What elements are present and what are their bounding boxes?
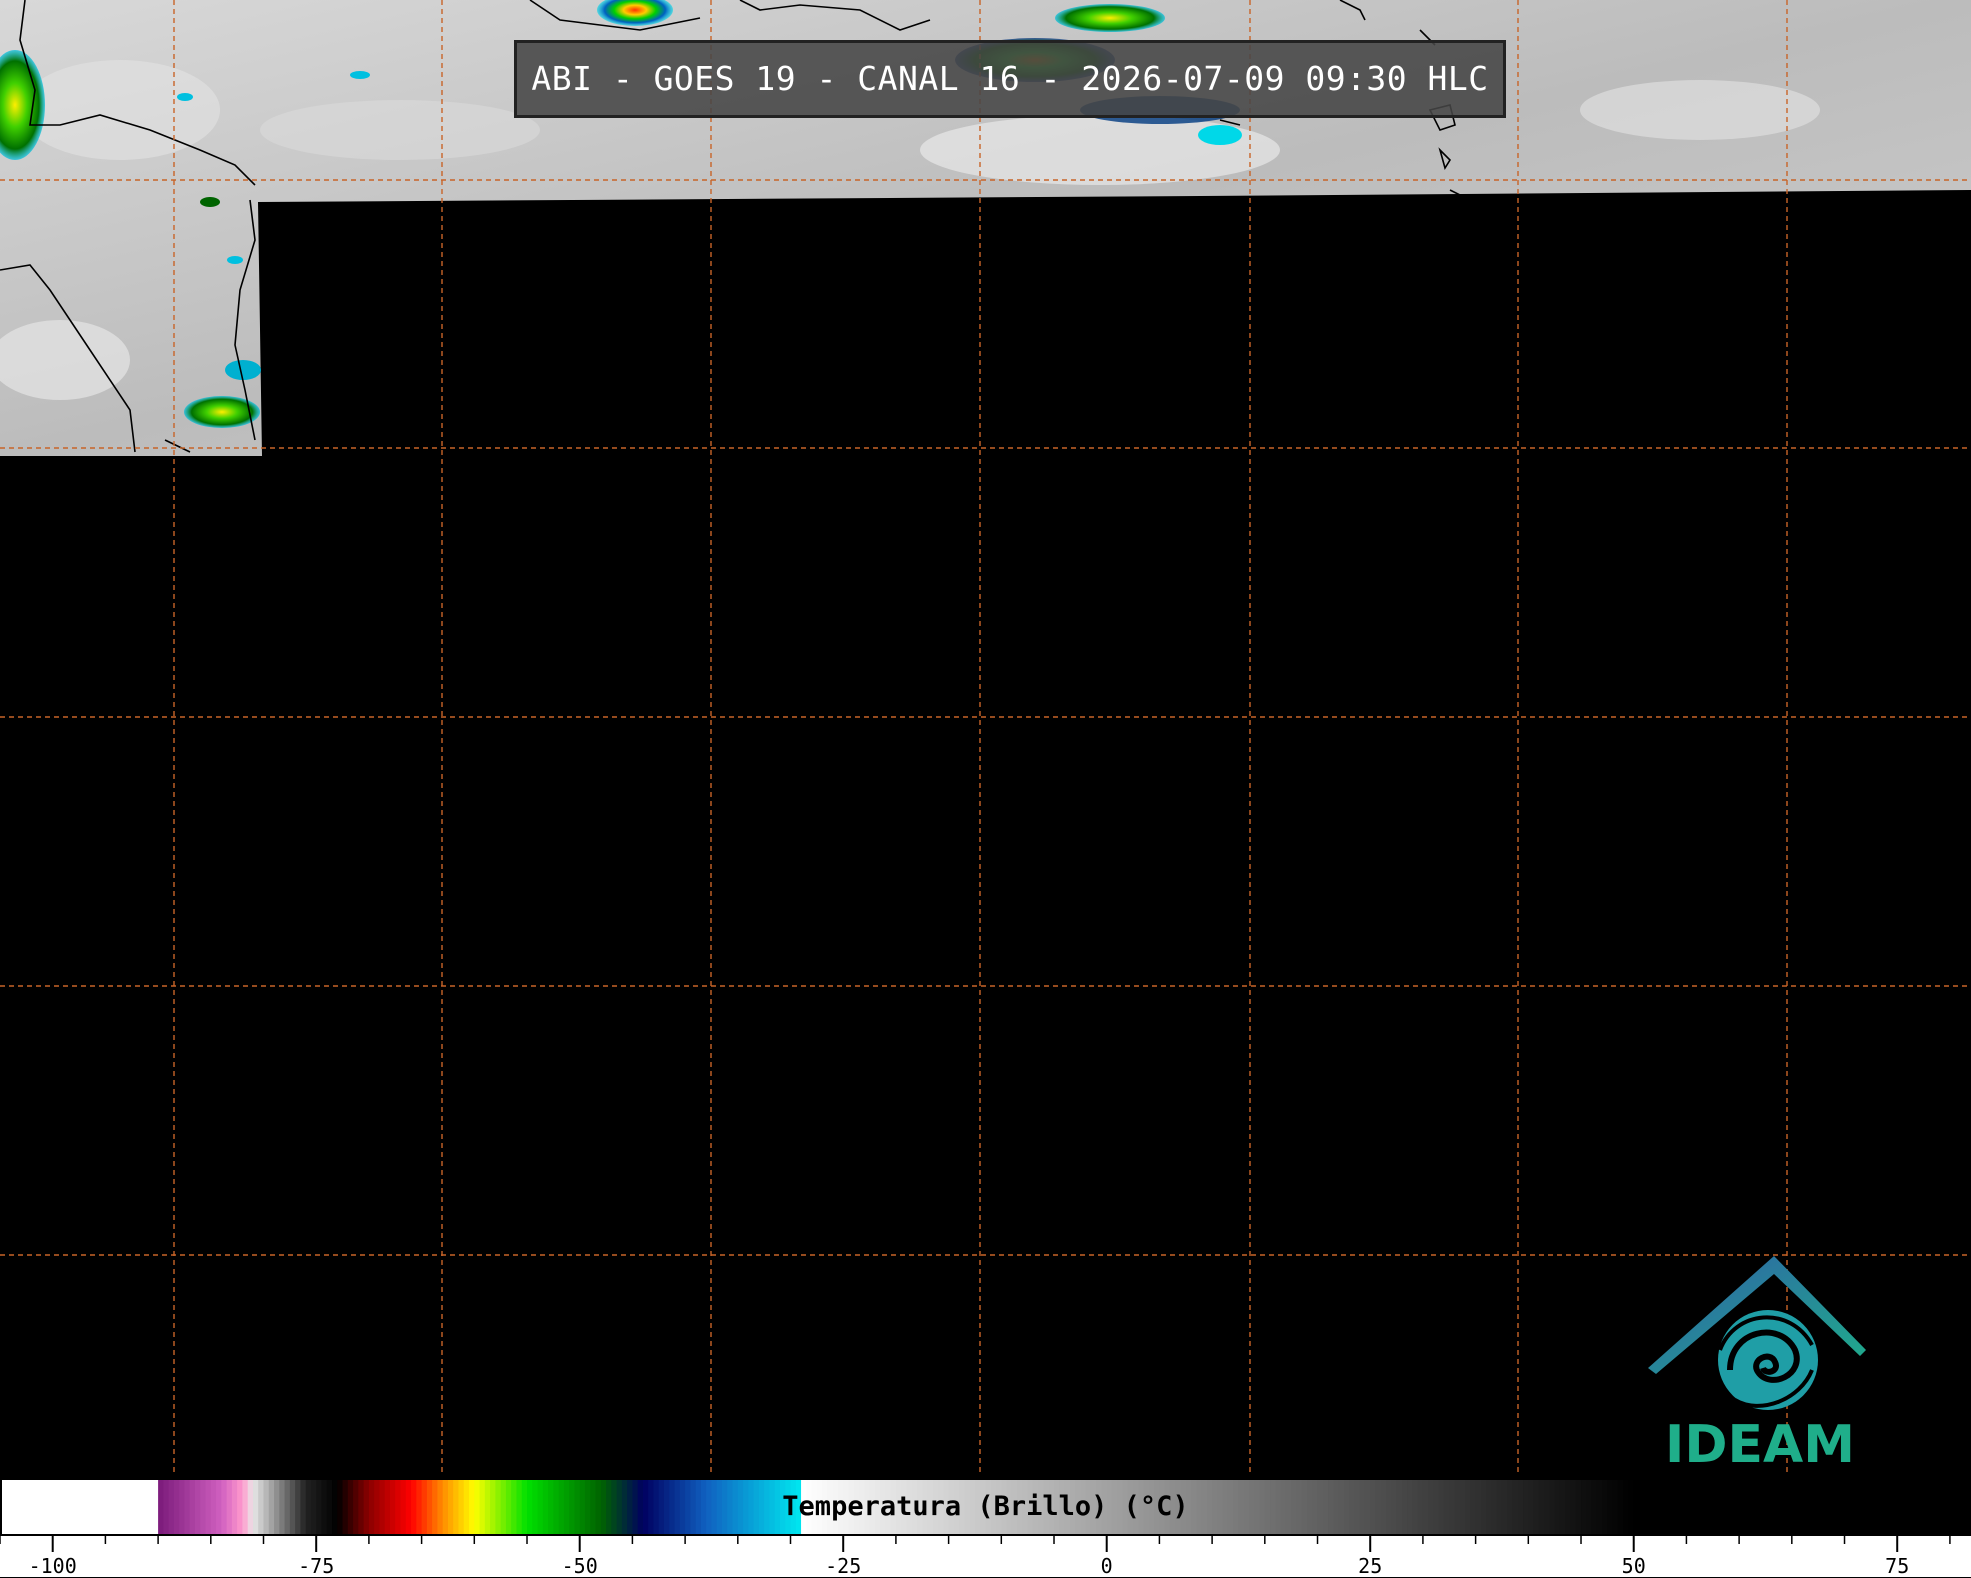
tick-label: 75 [1885,1554,1910,1578]
tick-label: -50 [561,1554,598,1578]
tick-label: -75 [298,1554,335,1578]
logo-text: IDEAM [1664,1415,1856,1475]
tick-label: 0 [1100,1554,1113,1578]
tick-label: 50 [1621,1554,1646,1578]
tick-label: -100 [28,1554,77,1578]
ideam-logo: IDEAM [1640,1250,1880,1475]
satellite-map: ABI - GOES 19 - CANAL 16 - 2026-07-09 09… [0,0,1971,1475]
tick-label: -25 [825,1554,862,1578]
image-title: ABI - GOES 19 - CANAL 16 - 2026-07-09 09… [514,40,1506,118]
tick-label: 25 [1358,1554,1383,1578]
colorbar-axis: -100 -75 -50 -25 0 25 50 75 [0,1536,1971,1578]
colorbar-ticks [0,1536,1951,1552]
logo-emblem [1648,1256,1866,1410]
colorbar-label: Temperatura (Brillo) (°C) [782,1491,1189,1522]
